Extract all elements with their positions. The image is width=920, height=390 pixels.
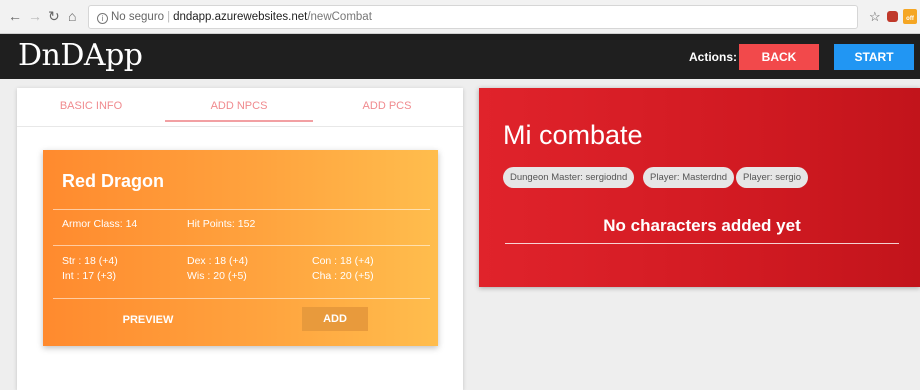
hit-points: Hit Points: 152 [187,218,256,230]
start-button[interactable]: START [834,44,914,70]
active-tab-indicator [165,120,313,122]
participant-chip: Player: Masterdnd [643,167,735,188]
participant-chip: Player: sergio [736,167,809,188]
app-logo[interactable]: DnDApp [18,38,143,74]
url-separator: | [167,11,171,23]
participant-chip: Dungeon Master: sergiodnd [503,167,635,188]
home-icon[interactable]: ⌂ [68,9,76,23]
add-entities-panel: BASIC INFO ADD NPCS ADD PCS Red Dragon A… [17,88,463,390]
stat-con: Con : 18 (+4) [312,255,374,267]
info-icon[interactable]: i [97,13,108,24]
stat-dex: Dex : 18 (+4) [187,255,248,267]
npc-name: Red Dragon [62,171,165,191]
tab-basic-info[interactable]: BASIC INFO [17,100,165,112]
tabs-divider [17,126,463,127]
bookmark-star-icon[interactable]: ☆ [869,9,881,25]
address-bar[interactable]: i No seguro | dndapp.azurewebsites.net/newC… [88,5,858,29]
stat-wis: Wis : 20 (+5) [187,270,247,282]
reload-icon[interactable]: ↻ [48,9,60,23]
back-button[interactable]: BACK [739,44,819,70]
security-label: No seguro [111,11,165,23]
card-divider [53,298,430,299]
tab-add-npcs[interactable]: ADD NPCS [165,100,313,112]
combat-panel: Mi combate Dungeon Master: sergiodnd Pla… [479,88,920,287]
browser-toolbar: ← → ↻ ⌂ i No seguro | dndapp.azurewebsites.… [0,0,920,34]
url-path: /newCombat [307,11,372,23]
forward-arrow-icon[interactable]: → [28,9,42,23]
stat-int: Int : 17 (+3) [62,270,116,282]
card-divider [53,245,430,246]
actions-label: Actions: [689,50,737,64]
add-npc-button[interactable]: ADD [302,307,368,331]
combat-title: Mi combate [503,120,643,150]
back-arrow-icon[interactable]: ← [8,9,22,23]
url-host: dndapp.azurewebsites.net [173,11,308,23]
npc-card: Red Dragon Armor Class: 14 Hit Points: 1… [43,150,438,346]
app-header: DnDApp Actions: BACK START [0,34,920,79]
stat-str: Str : 18 (+4) [62,255,118,267]
preview-button[interactable]: PREVIEW [103,308,193,332]
tab-add-pcs[interactable]: ADD PCS [313,100,461,112]
characters-divider [505,243,899,244]
armor-class: Armor Class: 14 [62,218,138,230]
tab-bar: BASIC INFO ADD NPCS ADD PCS [17,88,463,126]
card-divider [53,209,430,210]
empty-characters-message: No characters added yet [603,216,801,235]
extension-off-icon[interactable]: off [903,9,917,24]
ublock-extension-icon[interactable] [887,11,898,22]
stat-cha: Cha : 20 (+5) [312,270,374,282]
